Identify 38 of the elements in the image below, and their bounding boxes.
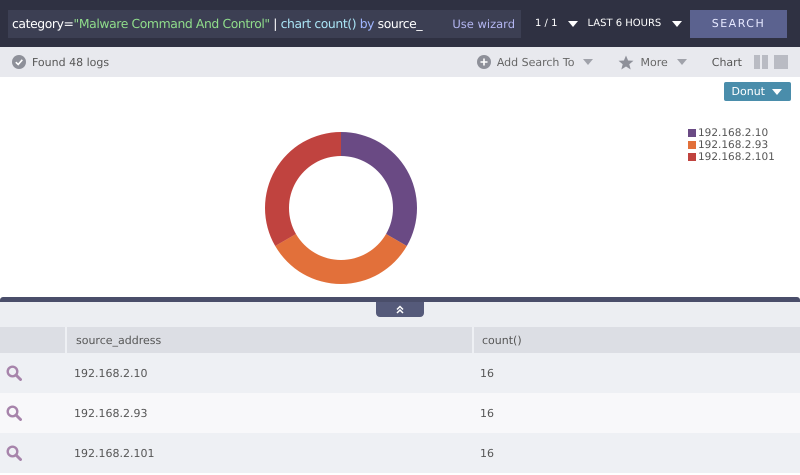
caret-icon <box>771 86 783 96</box>
search-icon <box>6 445 22 461</box>
caret-icon <box>676 57 688 67</box>
table-cell-text: 192.168.2.93 <box>73 406 148 422</box>
caret-icon <box>567 18 580 28</box>
search-icon <box>6 365 22 381</box>
legend-label: 192.168.2.93 <box>698 139 768 151</box>
table-cell-text: 16 <box>479 366 495 382</box>
caret-icon <box>582 57 594 67</box>
table-cell-text: 192.168.2.101 <box>73 446 156 462</box>
search-button[interactable]: SEARCH <box>690 10 787 38</box>
page-counter: 1 / 1 <box>535 18 558 29</box>
star-icon <box>618 54 634 70</box>
collapse-handle[interactable] <box>376 302 424 317</box>
check-icon <box>12 55 26 69</box>
more-menu[interactable]: More <box>640 56 668 68</box>
legend-label: 192.168.2.10 <box>698 127 768 139</box>
chart-label: Chart <box>712 56 742 68</box>
split-view-icon <box>754 55 768 69</box>
chart-type-dropdown[interactable]: Donut <box>724 82 791 101</box>
single-view-icon <box>774 55 788 69</box>
plus-icon <box>476 55 491 69</box>
table-cell-text: 192.168.2.10 <box>73 366 148 382</box>
caret-icon <box>671 18 684 28</box>
wizard-link[interactable]: Use wizard <box>452 16 515 30</box>
legend-swatch <box>688 141 696 149</box>
legend-label: 192.168.2.101 <box>698 151 775 163</box>
result-count: Found 48 logs <box>32 56 110 68</box>
time-range-dropdown[interactable]: LAST 6 HOURS <box>587 18 662 29</box>
add-search-menu[interactable]: Add Search To <box>496 56 574 68</box>
legend-swatch <box>688 129 696 137</box>
query-text: category="Malware Command And Control" | chart count() by source_ <box>12 16 422 31</box>
table-cell-text: 16 <box>479 406 495 422</box>
query-field[interactable]: category="Malware Command And Control" | chart count() by source_ Use wizard <box>8 10 521 38</box>
search-icon <box>6 405 22 421</box>
table-cell-text: 16 <box>479 446 495 462</box>
legend-swatch <box>688 153 696 161</box>
double-chevron-icon <box>396 305 404 314</box>
